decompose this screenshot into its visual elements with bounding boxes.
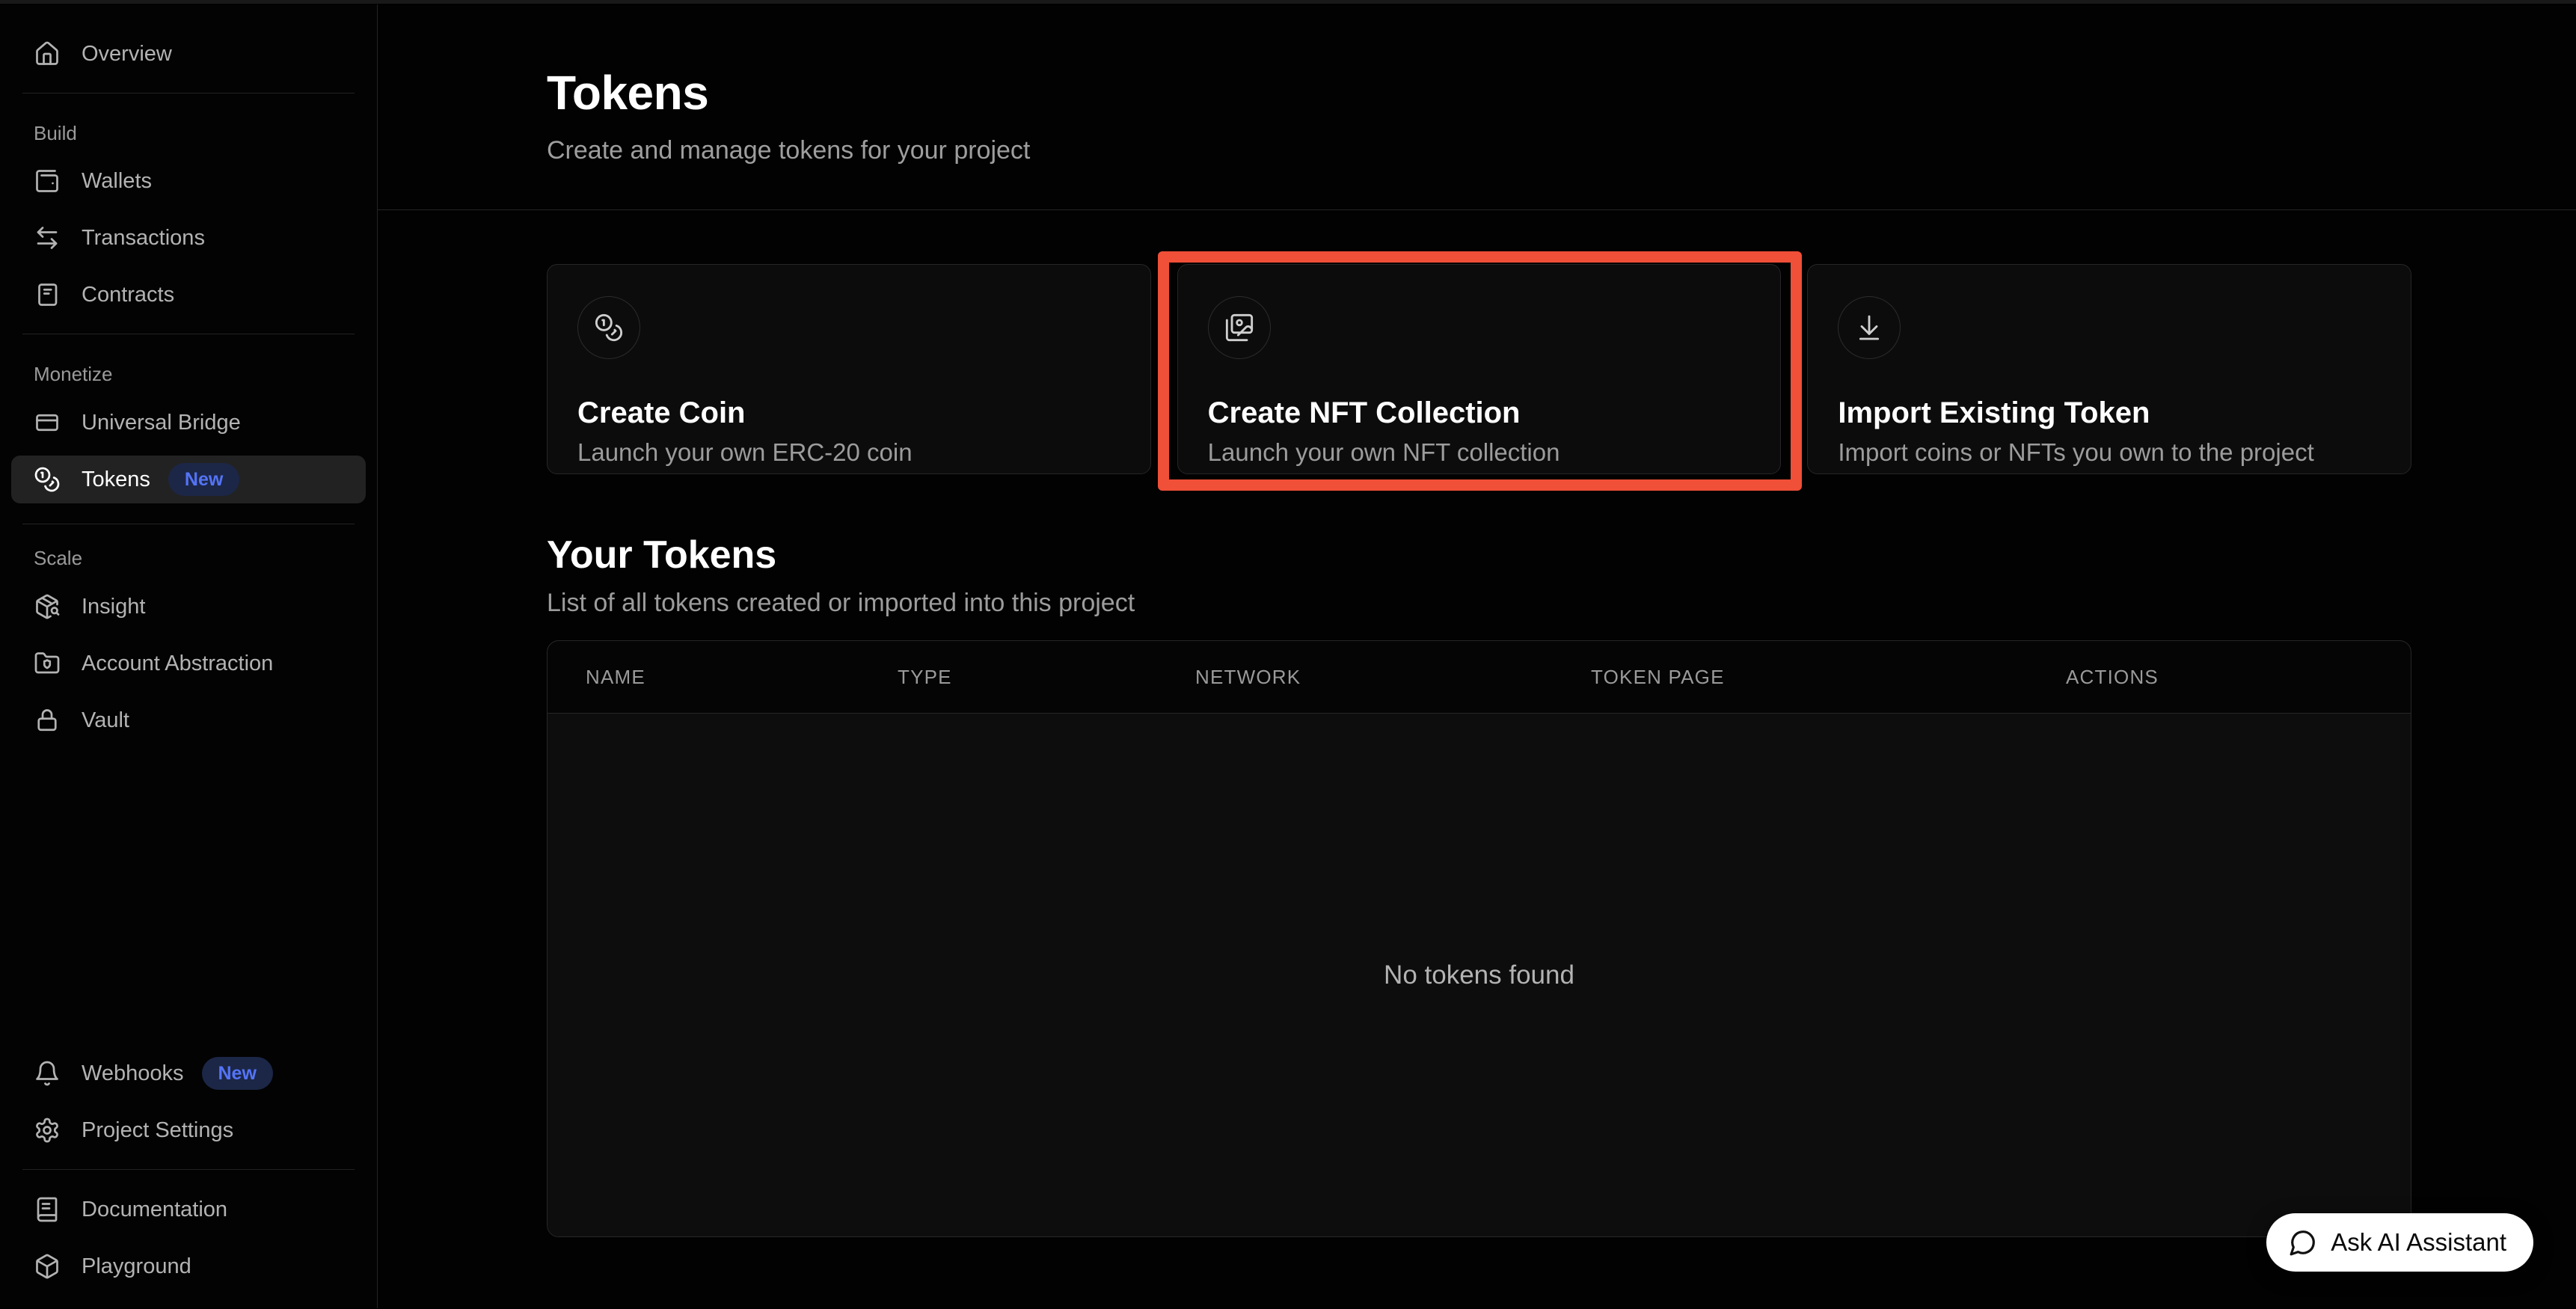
- sidebar-item-label: Account Abstraction: [82, 652, 273, 676]
- sidebar-item-label: Contracts: [82, 283, 174, 307]
- sidebar-item-label: Wallets: [82, 169, 152, 194]
- sidebar-item-label: Transactions: [82, 226, 205, 251]
- tokens-table-empty-state: No tokens found: [548, 714, 2411, 1236]
- import-existing-token-card[interactable]: Import Existing Token Import coins or NF…: [1807, 264, 2411, 474]
- token-action-cards: Create Coin Launch your own ERC-20 coin …: [547, 264, 2411, 474]
- sidebar-item-insight[interactable]: Insight: [11, 583, 366, 631]
- card-description: Launch your own NFT collection: [1208, 439, 1751, 466]
- card-icon-circle: [577, 296, 640, 359]
- page-header: Tokens Create and manage tokens for your…: [378, 4, 2576, 210]
- sidebar-item-vault[interactable]: Vault: [11, 696, 366, 744]
- sidebar-item-label: Vault: [82, 708, 129, 733]
- column-header-name: NAME: [548, 666, 859, 689]
- sidebar-section-build: Build: [11, 122, 366, 144]
- import-existing-token-card-wrap: Import Existing Token Import coins or NF…: [1807, 264, 2411, 474]
- nft-images-icon: [1224, 313, 1254, 343]
- sidebar-item-label: Documentation: [82, 1198, 227, 1222]
- cube-icon: [34, 1253, 61, 1280]
- new-badge: New: [202, 1057, 273, 1090]
- your-tokens-heading: Your Tokens: [547, 534, 2411, 576]
- lock-icon: [34, 707, 61, 734]
- sidebar-item-label: Webhooks: [82, 1061, 184, 1086]
- create-nft-collection-card-wrap: Create NFT Collection Launch your own NF…: [1177, 264, 1782, 474]
- tokens-table-header: NAME TYPE NETWORK TOKEN PAGE ACTIONS: [548, 641, 2411, 714]
- sidebar-item-label: Project Settings: [82, 1118, 233, 1143]
- sidebar-item-label: Overview: [82, 42, 172, 67]
- sidebar-item-overview[interactable]: Overview: [11, 30, 366, 78]
- empty-state-text: No tokens found: [1384, 960, 1574, 990]
- card-title: Create NFT Collection: [1208, 396, 1751, 429]
- ask-ai-assistant-label: Ask AI Assistant: [2331, 1228, 2506, 1257]
- sidebar-item-playground[interactable]: Playground: [11, 1242, 366, 1290]
- page-title: Tokens: [547, 69, 2411, 117]
- sidebar-item-contracts[interactable]: Contracts: [11, 271, 366, 319]
- sidebar-item-webhooks[interactable]: Webhooks New: [11, 1049, 366, 1097]
- contract-icon: [34, 281, 61, 308]
- sidebar-item-transactions[interactable]: Transactions: [11, 214, 366, 262]
- ask-ai-assistant-button[interactable]: Ask AI Assistant: [2266, 1213, 2533, 1272]
- card-icon-circle: [1208, 296, 1271, 359]
- sidebar-item-tokens[interactable]: Tokens New: [11, 456, 366, 503]
- sidebar-item-account-abstraction[interactable]: Account Abstraction: [11, 640, 366, 687]
- column-header-token-page: TOKEN PAGE: [1553, 666, 2028, 689]
- column-header-network: NETWORK: [1157, 666, 1553, 689]
- column-header-type: TYPE: [859, 666, 1157, 689]
- sidebar-item-label: Insight: [82, 595, 145, 619]
- page-body: Create Coin Launch your own ERC-20 coin …: [378, 210, 2576, 1237]
- book-icon: [34, 1196, 61, 1223]
- create-coin-card-wrap: Create Coin Launch your own ERC-20 coin: [547, 264, 1151, 474]
- app-layout: Overview Build Wallets Transactions Cont…: [0, 4, 2576, 1308]
- column-header-actions: ACTIONS: [2028, 666, 2411, 689]
- coins-icon: [34, 466, 61, 493]
- coins-icon: [594, 313, 624, 343]
- bell-icon: [34, 1060, 61, 1087]
- page-subtitle: Create and manage tokens for your projec…: [547, 136, 2411, 165]
- sidebar-divider: [22, 1169, 355, 1170]
- sidebar-section-scale: Scale: [11, 547, 366, 569]
- sidebar: Overview Build Wallets Transactions Cont…: [0, 4, 378, 1308]
- home-icon: [34, 40, 61, 67]
- sidebar-divider: [22, 93, 355, 94]
- tokens-table: NAME TYPE NETWORK TOKEN PAGE ACTIONS No …: [547, 640, 2411, 1237]
- sidebar-section-monetize: Monetize: [11, 363, 366, 385]
- wallet-icon: [34, 168, 61, 194]
- card-description: Launch your own ERC-20 coin: [577, 439, 1120, 466]
- sidebar-item-universal-bridge[interactable]: Universal Bridge: [11, 399, 366, 447]
- card-icon-circle: [1838, 296, 1901, 359]
- chat-bubble-icon: [2289, 1228, 2317, 1257]
- sidebar-item-project-settings[interactable]: Project Settings: [11, 1106, 366, 1154]
- sidebar-item-label: Universal Bridge: [82, 411, 241, 435]
- folder-shield-icon: [34, 650, 61, 677]
- transactions-icon: [34, 224, 61, 251]
- your-tokens-subtitle: List of all tokens created or imported i…: [547, 588, 2411, 618]
- package-search-icon: [34, 593, 61, 620]
- sidebar-spacer: [11, 744, 366, 1049]
- credit-card-icon: [34, 409, 61, 436]
- card-title: Import Existing Token: [1838, 396, 2381, 429]
- gear-icon: [34, 1117, 61, 1144]
- card-description: Import coins or NFTs you own to the proj…: [1838, 439, 2381, 466]
- sidebar-item-wallets[interactable]: Wallets: [11, 157, 366, 205]
- sidebar-item-label: Playground: [82, 1254, 191, 1279]
- main-content: Tokens Create and manage tokens for your…: [378, 4, 2576, 1308]
- new-badge: New: [168, 463, 239, 496]
- card-title: Create Coin: [577, 396, 1120, 429]
- import-download-icon: [1854, 313, 1884, 343]
- create-nft-collection-card[interactable]: Create NFT Collection Launch your own NF…: [1177, 264, 1782, 474]
- sidebar-item-label: Tokens: [82, 468, 150, 492]
- sidebar-item-documentation[interactable]: Documentation: [11, 1186, 366, 1233]
- create-coin-card[interactable]: Create Coin Launch your own ERC-20 coin: [547, 264, 1151, 474]
